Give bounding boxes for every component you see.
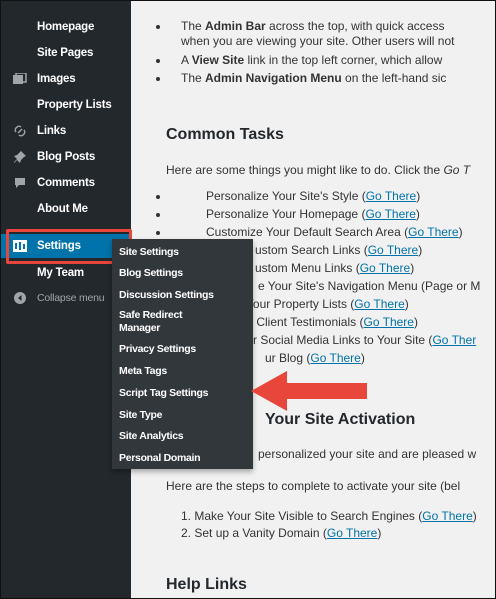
images-icon: [13, 72, 27, 86]
go-there-link[interactable]: Go There: [422, 509, 472, 523]
submenu-item-site-settings[interactable]: Site Settings: [119, 246, 179, 259]
sidebar-item-label: Links: [37, 125, 67, 137]
comment-icon: [13, 176, 27, 190]
step-2: 2. Set up a Vanity Domain (Go There): [181, 526, 382, 540]
task-item: ustom Menu Links (Go There): [255, 261, 415, 275]
bullet: [156, 77, 160, 81]
step-1: 1. Make Your Site Visible to Search Engi…: [181, 509, 477, 523]
activation-heading: Your Site Activation: [265, 411, 416, 428]
go-there-link[interactable]: Go There: [360, 261, 410, 275]
task-item: r Social Media Links to Your Site (Go Th…: [253, 333, 477, 347]
task-item: Your Property Lists (Go There): [246, 297, 409, 311]
submenu-item-meta-tags[interactable]: Meta Tags: [119, 365, 167, 378]
sidebar-item-links[interactable]: Links: [1, 119, 131, 143]
submenu-item-blog-settings[interactable]: Blog Settings: [119, 267, 183, 280]
sidebar-item-site-pages[interactable]: Site Pages: [1, 41, 131, 65]
task-item: ustom Search Links (Go There): [255, 243, 423, 257]
sidebar-item-label: Collapse menu: [37, 292, 105, 304]
link-icon: [13, 124, 27, 138]
go-there-link[interactable]: Go There: [368, 243, 418, 257]
submenu-item-privacy-settings[interactable]: Privacy Settings: [119, 343, 196, 356]
go-there-link[interactable]: Go There: [354, 297, 404, 311]
activation-line-1: personalized your site and are pleased w: [258, 447, 477, 461]
sidebar-item-label: Blog Posts: [37, 151, 96, 163]
task-item: r Client Testimonials (Go There): [249, 315, 418, 329]
go-there-link[interactable]: Go There: [363, 315, 413, 329]
activation-line-2: Here are the steps to complete to activa…: [166, 479, 461, 493]
screenshot-frame: The Admin Bar across the top, with quick…: [0, 0, 496, 599]
sidebar-item-about-me[interactable]: About Me: [1, 197, 131, 221]
task-item: Customize Your Default Search Area (Go T…: [206, 225, 463, 239]
go-there-link[interactable]: Go There: [365, 207, 415, 221]
collapse-icon: [13, 291, 27, 305]
intro-line-3: A View Site link in the top left corner,…: [181, 53, 443, 67]
bullet: [156, 231, 160, 235]
settings-submenu: Site Settings Blog Settings Discussion S…: [112, 239, 253, 469]
intro-line-4: The Admin Navigation Menu on the left-ha…: [181, 71, 447, 85]
annotation-arrow-icon: [251, 371, 367, 411]
sidebar-item-label: Property Lists: [37, 99, 112, 111]
submenu-item-personal-domain[interactable]: Personal Domain: [119, 452, 201, 465]
sidebar-item-label: Comments: [37, 177, 95, 189]
go-there-link[interactable]: Go There: [408, 225, 458, 239]
common-tasks-desc: Here are some things you might like to d…: [166, 163, 471, 177]
sidebar-item-label: Images: [37, 73, 76, 85]
bullet: [156, 195, 160, 199]
task-item: e Your Site's Navigation Menu (Page or M: [258, 279, 481, 293]
pin-icon: [13, 150, 27, 164]
submenu-item-safe-redirect-manager[interactable]: Safe Redirect Manager: [119, 309, 183, 335]
sidebar-item-label: About Me: [37, 203, 88, 215]
task-item: Personalize Your Site's Style (Go There): [206, 189, 421, 203]
go-there-link[interactable]: Go There: [310, 351, 360, 365]
submenu-item-script-tag-settings[interactable]: Script Tag Settings: [119, 387, 209, 400]
sidebar-item-comments[interactable]: Comments: [1, 171, 131, 195]
intro-line-2: when you are viewing your site. Other us…: [181, 34, 455, 48]
sidebar-item-label: Homepage: [37, 21, 95, 33]
sidebar-item-blog-posts[interactable]: Blog Posts: [1, 145, 131, 169]
help-links-heading: Help Links: [166, 576, 247, 593]
task-item: ur Blog (Go There): [265, 351, 365, 365]
go-there-link[interactable]: Go There: [327, 526, 377, 540]
submenu-item-site-type[interactable]: Site Type: [119, 409, 163, 422]
bullet: [156, 59, 160, 63]
go-there-link[interactable]: Go There: [366, 189, 416, 203]
sidebar-item-property-lists[interactable]: Property Lists: [1, 93, 131, 117]
task-item: Personalize Your Homepage (Go There): [206, 207, 420, 221]
bullet: [156, 213, 160, 217]
bullet: [156, 25, 160, 29]
common-tasks-heading: Common Tasks: [166, 126, 284, 143]
submenu-item-discussion-settings[interactable]: Discussion Settings: [119, 289, 214, 302]
sidebar-item-homepage[interactable]: Homepage: [1, 15, 131, 39]
go-there-link[interactable]: Go Ther: [432, 333, 476, 347]
sidebar-item-label: My Team: [37, 267, 84, 279]
intro-line-1: The Admin Bar across the top, with quick…: [181, 19, 445, 33]
sidebar-item-images[interactable]: Images: [1, 67, 131, 91]
submenu-item-site-analytics[interactable]: Site Analytics: [119, 430, 184, 443]
sidebar-item-label: Site Pages: [37, 47, 94, 59]
